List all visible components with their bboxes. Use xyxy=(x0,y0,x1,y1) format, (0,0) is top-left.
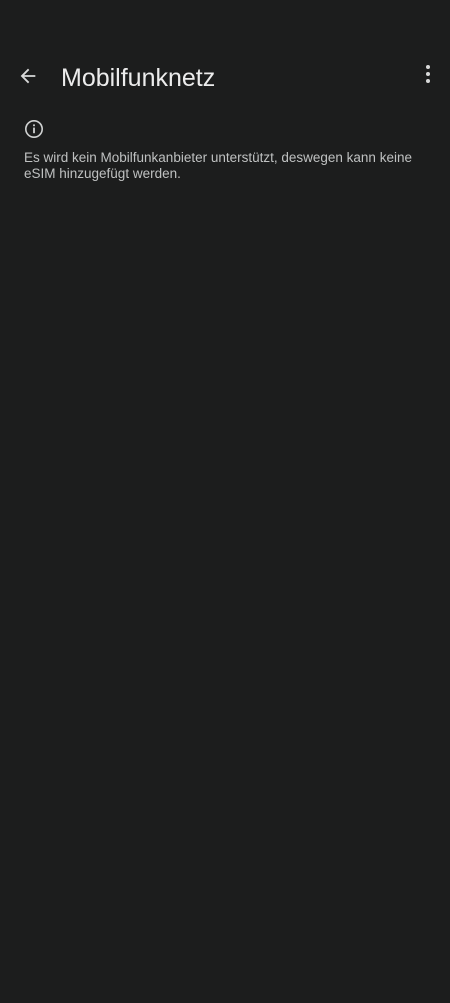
info-icon xyxy=(24,119,44,139)
app-bar: Mobilfunknetz xyxy=(0,48,450,108)
page-title: Mobilfunknetz xyxy=(61,64,216,92)
more-options-button[interactable] xyxy=(412,56,444,96)
arrow-left-icon xyxy=(17,65,39,87)
info-message: Es wird kein Mobilfunkanbieter unterstüt… xyxy=(24,150,412,181)
more-vertical-icon xyxy=(424,64,432,89)
back-button[interactable] xyxy=(8,56,48,96)
